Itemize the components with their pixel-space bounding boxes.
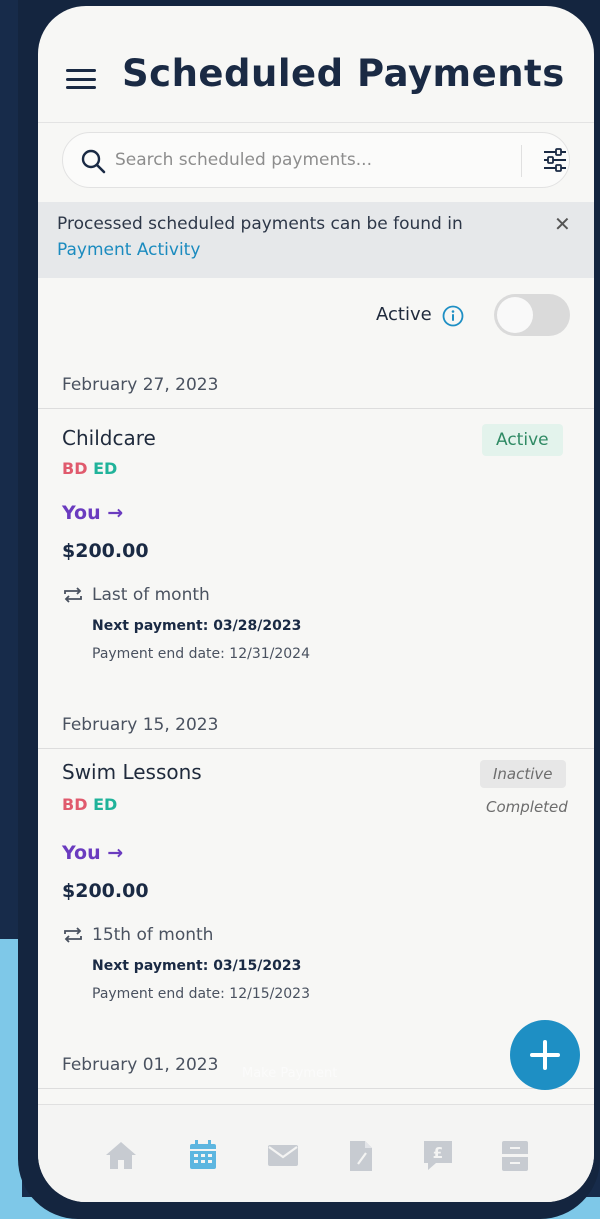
payment-card-childcare[interactable]: Childcare Active BD ED You → $200.00 Las… [38,410,594,710]
repeat-icon [64,927,82,943]
payment-end-date: Payment end date: 12/15/2023 [92,986,310,1002]
fab-tooltip: Make Payment [242,1066,338,1081]
mail-icon[interactable] [266,1139,300,1171]
date-group-label: February 01, 2023 [62,1055,219,1075]
recurrence-label: 15th of month [92,925,214,945]
active-filter-row: Active [38,294,594,338]
initials-ed: ED [93,459,118,478]
payment-activity-link[interactable]: Payment Activity [57,237,527,263]
payment-title: Childcare [62,426,156,450]
search-bar [62,132,570,188]
payer-label: You → [62,842,124,864]
hamburger-icon[interactable] [66,69,96,89]
next-payment-date: Next payment: 03/15/2023 [92,958,302,974]
header-divider [38,122,594,123]
plus-icon [530,1040,560,1070]
drawer-icon[interactable] [500,1139,530,1173]
status-badge: Inactive [480,760,566,788]
add-payment-button[interactable] [510,1020,580,1090]
svg-text:£: £ [433,1144,443,1162]
info-banner-text: Processed scheduled payments can be foun… [57,211,527,263]
pound-icon[interactable]: £ [422,1139,454,1173]
date-group-header: February 15, 2023 [38,703,594,749]
status-badge: Active [482,424,563,456]
date-group-label: February 15, 2023 [62,715,219,735]
initials-bd: BD [62,795,88,814]
page-title: Scheduled Payments [122,52,565,95]
payment-amount: $200.00 [62,880,149,902]
active-toggle[interactable] [494,294,570,336]
recurrence-label: Last of month [92,585,210,605]
next-payment-date: Next payment: 03/28/2023 [92,618,302,634]
filter-sliders-icon[interactable] [541,147,569,173]
payer-label: You → [62,502,124,524]
payment-end-date: Payment end date: 12/31/2024 [92,646,310,662]
active-filter-label: Active [376,304,432,325]
date-group-header: February 27, 2023 [38,363,594,409]
search-icon [81,149,106,174]
document-icon[interactable] [348,1139,374,1173]
status-note: Completed [486,798,568,816]
initials-bd: BD [62,459,88,478]
payment-title: Swim Lessons [62,760,202,784]
calendar-icon[interactable] [188,1139,218,1171]
participant-initials: BD ED [62,459,117,478]
search-input[interactable] [115,143,485,177]
close-icon[interactable]: ✕ [554,212,571,236]
home-icon[interactable] [104,1139,138,1171]
phone-screen: Scheduled Payments Processed scheduled p… [38,6,594,1202]
payment-amount: $200.00 [62,540,149,562]
initials-ed: ED [93,795,118,814]
repeat-icon [64,587,82,603]
recurrence-row: Last of month [62,585,210,605]
info-icon[interactable] [442,305,464,327]
search-separator [521,145,522,177]
bottom-navigation: £ [38,1104,594,1202]
banner-message: Processed scheduled payments can be foun… [57,214,463,234]
date-group-label: February 27, 2023 [62,375,219,395]
participant-initials: BD ED [62,795,117,814]
payment-card-swim-lessons[interactable]: Swim Lessons Inactive Completed BD ED Yo… [38,750,594,1050]
toggle-knob [497,297,533,333]
recurrence-row: 15th of month [62,925,213,945]
